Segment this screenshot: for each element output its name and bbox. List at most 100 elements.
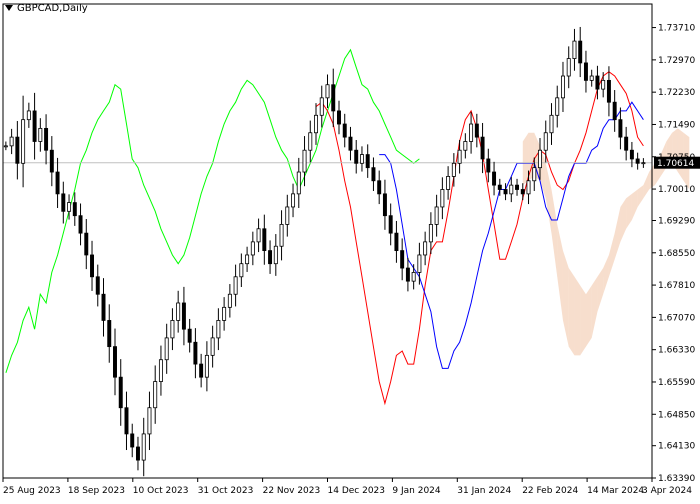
candle-bearish xyxy=(181,302,186,330)
candle-bearish xyxy=(365,154,370,169)
kumo-segment xyxy=(551,189,558,277)
candle-bullish xyxy=(67,202,72,212)
candle-bearish xyxy=(635,158,640,164)
tenkan-sen-line xyxy=(315,71,644,406)
candle-bullish xyxy=(204,354,209,378)
kumo-segment xyxy=(585,285,592,347)
kumo-segment xyxy=(522,132,529,186)
candle-bearish xyxy=(583,62,588,81)
kumo-segment xyxy=(643,172,650,199)
candle-bullish xyxy=(302,149,307,173)
kumo-segment xyxy=(580,285,586,356)
kumo-segment xyxy=(568,268,575,356)
candle-bullish xyxy=(509,184,514,195)
candle-bearish xyxy=(124,407,129,435)
candle-bearish xyxy=(612,101,617,121)
price-axis-label: 1.65590 xyxy=(658,378,695,388)
kumo-segment xyxy=(591,276,598,338)
candle-bullish xyxy=(273,245,278,265)
price-axis-label: 1.72230 xyxy=(658,88,695,98)
candle-bearish xyxy=(382,193,387,217)
candle-bearish xyxy=(90,254,95,278)
candle-bearish xyxy=(107,320,112,348)
candle-bullish xyxy=(233,276,238,295)
candle-bullish xyxy=(446,176,451,190)
candle-bullish xyxy=(555,97,560,116)
kumo-segment xyxy=(557,224,563,321)
candle-bullish xyxy=(308,132,313,151)
date-axis-label: 22 Nov 2023 xyxy=(263,486,321,496)
candle-bullish xyxy=(141,433,146,461)
candle-bearish xyxy=(118,376,123,409)
candle-bullish xyxy=(532,167,537,182)
symbol-text: GBPCAD,Daily xyxy=(17,3,88,14)
candle-bearish xyxy=(95,276,100,295)
candle-bullish xyxy=(359,154,364,164)
candle-bearish xyxy=(377,180,382,195)
price-axis-label: 1.72970 xyxy=(658,56,695,66)
candle-bearish xyxy=(49,149,54,173)
candle-bullish xyxy=(526,180,531,195)
candle-bullish xyxy=(279,224,284,247)
candle-bearish xyxy=(388,215,393,234)
candle-bullish xyxy=(250,241,255,256)
price-chart[interactable]: 1.737101.729701.722301.714901.707501.700… xyxy=(0,0,700,500)
price-axis-label: 1.64850 xyxy=(658,410,695,420)
candle-bearish xyxy=(199,363,204,378)
kumo-segment xyxy=(597,268,604,312)
price-axis-label: 1.73710 xyxy=(658,24,695,34)
candle-bullish xyxy=(176,302,181,321)
candle-bearish xyxy=(578,40,583,64)
candle-bullish xyxy=(463,141,468,151)
date-axis-label: 22 Feb 2024 xyxy=(522,486,578,496)
candle-bullish xyxy=(543,132,548,151)
candle-bearish xyxy=(371,167,376,182)
candle-bearish xyxy=(480,136,485,160)
candle-bullish xyxy=(164,337,169,361)
candle-bearish xyxy=(135,446,140,461)
candle-bearish xyxy=(606,79,611,103)
candle-bullish xyxy=(538,149,542,169)
candle-bullish xyxy=(572,40,577,59)
candle-bullish xyxy=(457,149,462,164)
dropdown-triangle-icon[interactable] xyxy=(5,5,13,11)
candle-bullish xyxy=(417,254,422,273)
candle-bullish xyxy=(641,162,646,165)
candle-bearish xyxy=(337,110,341,125)
candle-bearish xyxy=(78,215,83,234)
kumo-segment xyxy=(631,189,638,221)
kumo-segment xyxy=(614,206,621,260)
candle-bullish xyxy=(296,171,301,195)
price-axis-label: 1.66330 xyxy=(658,346,695,356)
candle-bullish xyxy=(9,136,14,147)
candle-bearish xyxy=(61,193,66,212)
candle-bearish xyxy=(130,433,135,448)
date-axis-label: 31 Jan 2024 xyxy=(457,486,511,496)
candle-bullish xyxy=(3,145,8,148)
candle-bullish xyxy=(291,193,296,208)
candle-bearish xyxy=(503,189,508,195)
current-price-tag-text: 1.70614 xyxy=(657,159,694,169)
candle-bullish xyxy=(239,263,244,278)
date-axis-label: 25 Aug 2023 xyxy=(3,486,61,496)
price-axis-label: 1.67070 xyxy=(658,313,695,323)
candle-bearish xyxy=(32,110,37,142)
candle-bullish xyxy=(601,79,606,90)
candle-bearish xyxy=(595,75,600,90)
candle-bearish xyxy=(55,171,60,195)
candle-bullish xyxy=(210,337,215,356)
kijun-sen-line xyxy=(379,101,644,369)
candle-bearish xyxy=(474,123,479,138)
kumo-segment xyxy=(608,233,615,277)
candle-bullish xyxy=(566,58,571,77)
candle-bullish xyxy=(147,407,152,435)
kumo-segment xyxy=(545,163,552,234)
candle-bullish xyxy=(153,381,158,409)
chart-area[interactable]: 1.737101.729701.722301.714901.707501.700… xyxy=(0,0,700,500)
candle-bearish xyxy=(84,232,89,256)
price-axis-label: 1.64130 xyxy=(658,442,695,452)
candle-bullish xyxy=(227,293,232,308)
candle-bearish xyxy=(15,136,20,164)
symbol-label[interactable]: GBPCAD,Daily xyxy=(5,3,88,14)
candle-bullish xyxy=(589,75,594,81)
